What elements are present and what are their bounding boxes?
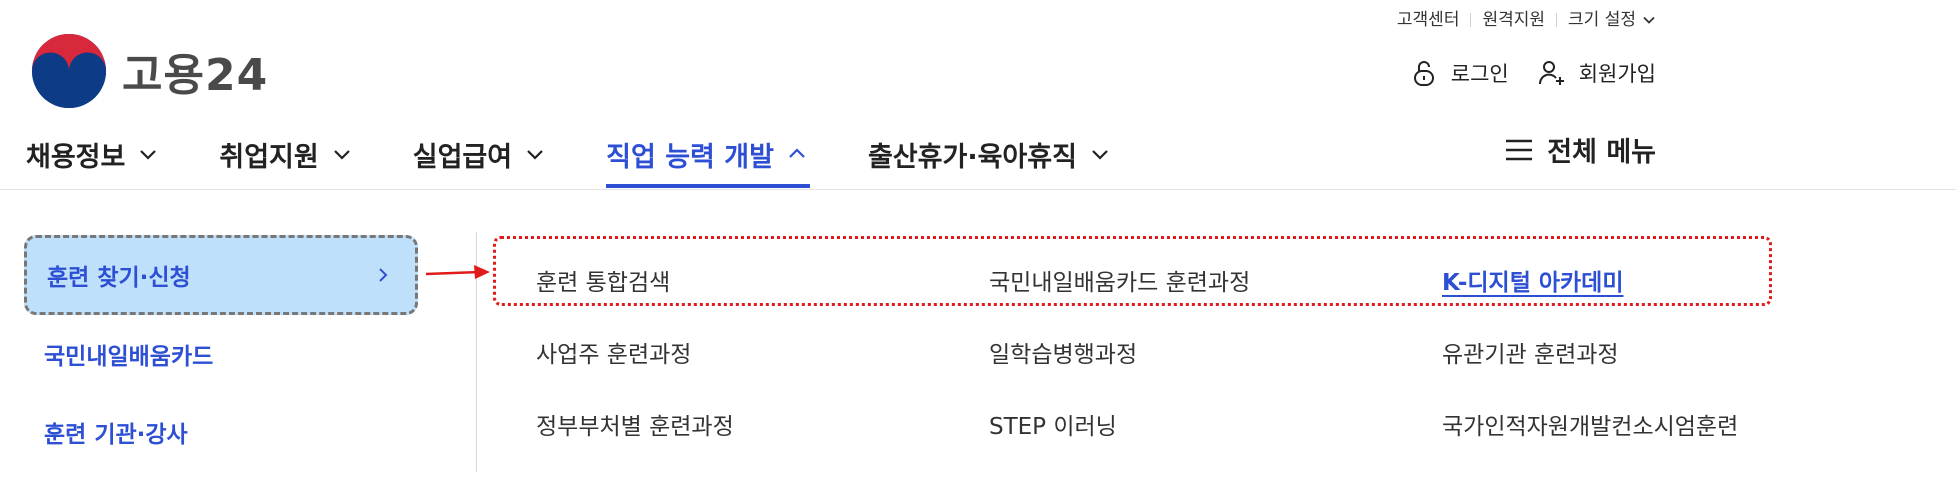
hamburger-icon	[1506, 139, 1533, 160]
link-consortium-training[interactable]: 국가인적자원개발컨소시엄훈련	[1442, 388, 1766, 460]
nav-item-employment-support[interactable]: 취업지원	[219, 128, 354, 180]
site-logo[interactable]: 고용24	[30, 32, 268, 110]
text-size-dropdown[interactable]: 크기 설정	[1557, 8, 1656, 32]
header-divider	[0, 189, 1956, 190]
login-label: 로그인	[1450, 62, 1509, 86]
link-step-elearning[interactable]: STEP 이러닝	[989, 388, 1442, 460]
nav-item-vocational-training[interactable]: 직업 능력 개발	[606, 128, 810, 188]
link-related-institution-training[interactable]: 유관기관 훈련과정	[1442, 316, 1766, 388]
submenu-item-institutions[interactable]: 훈련 기관·강사	[24, 393, 418, 471]
submenu-item-label: 국민내일배움카드	[44, 344, 214, 370]
user-add-icon	[1538, 61, 1564, 85]
customer-center-link[interactable]: 고객센터	[1386, 8, 1471, 32]
submenu-item-learning-card[interactable]: 국민내일배움카드	[24, 315, 418, 393]
signup-button[interactable]: 회원가입	[1537, 58, 1656, 88]
submenu-item-label: 훈련 기관·강사	[44, 422, 188, 448]
link-k-digital-academy[interactable]: K-디지털 아카데미	[1442, 244, 1766, 316]
taegeuk-logo-icon	[31, 33, 107, 109]
link-employer-training[interactable]: 사업주 훈련과정	[536, 316, 989, 388]
link-integrated-search[interactable]: 훈련 통합검색	[536, 244, 989, 316]
chevron-down-icon	[1092, 150, 1108, 160]
link-ministry-training[interactable]: 정부부처별 훈련과정	[536, 388, 989, 460]
main-nav: 채용정보 취업지원 실업급여 직업 능력 개발 출산휴가·육아휴직	[26, 128, 1171, 188]
link-work-study[interactable]: 일학습병행과정	[989, 316, 1442, 388]
nav-item-label: 취업지원	[219, 141, 319, 173]
remote-support-link[interactable]: 원격지원	[1471, 8, 1556, 32]
submenu-item-label: 훈련 찾기·신청	[47, 265, 191, 291]
chevron-down-icon	[333, 150, 350, 160]
account-links: 로그인 회원가입	[1409, 58, 1656, 88]
chevron-right-icon	[379, 268, 388, 282]
nav-item-jobs[interactable]: 채용정보	[26, 128, 161, 180]
text-size-label: 크기 설정	[1568, 10, 1636, 30]
chevron-down-icon	[527, 150, 543, 160]
submenu-item-find-training[interactable]: 훈련 찾기·신청	[24, 235, 418, 315]
nav-item-label: 출산휴가·육아휴직	[867, 141, 1077, 173]
nav-item-label: 채용정보	[26, 141, 126, 173]
unlock-icon	[1413, 61, 1434, 86]
signup-label: 회원가입	[1578, 62, 1656, 86]
nav-item-label: 실업급여	[412, 141, 513, 173]
all-menu-label: 전체 메뉴	[1547, 137, 1656, 168]
training-links-grid: 훈련 통합검색 국민내일배움카드 훈련과정 K-디지털 아카데미 사업주 훈련과…	[536, 244, 1766, 460]
annotation-arrow-icon	[425, 265, 490, 279]
all-menu-button[interactable]: 전체 메뉴	[1505, 130, 1656, 169]
login-button[interactable]: 로그인	[1409, 58, 1509, 88]
submenu-sidebar: 훈련 찾기·신청 국민내일배움카드 훈련 기관·강사	[24, 235, 418, 471]
nav-item-unemployment-benefit[interactable]: 실업급여	[413, 128, 548, 180]
utility-bar: 고객센터 원격지원 크기 설정	[1386, 8, 1656, 32]
chevron-down-icon	[1643, 16, 1655, 24]
nav-item-label: 직업 능력 개발	[606, 141, 774, 173]
chevron-up-icon	[789, 148, 805, 158]
logo-text: 고용24	[122, 50, 269, 101]
nav-item-parental-leave[interactable]: 출산휴가·육아휴직	[868, 128, 1113, 180]
link-learning-card-courses[interactable]: 국민내일배움카드 훈련과정	[989, 244, 1442, 316]
chevron-down-icon	[140, 150, 157, 160]
